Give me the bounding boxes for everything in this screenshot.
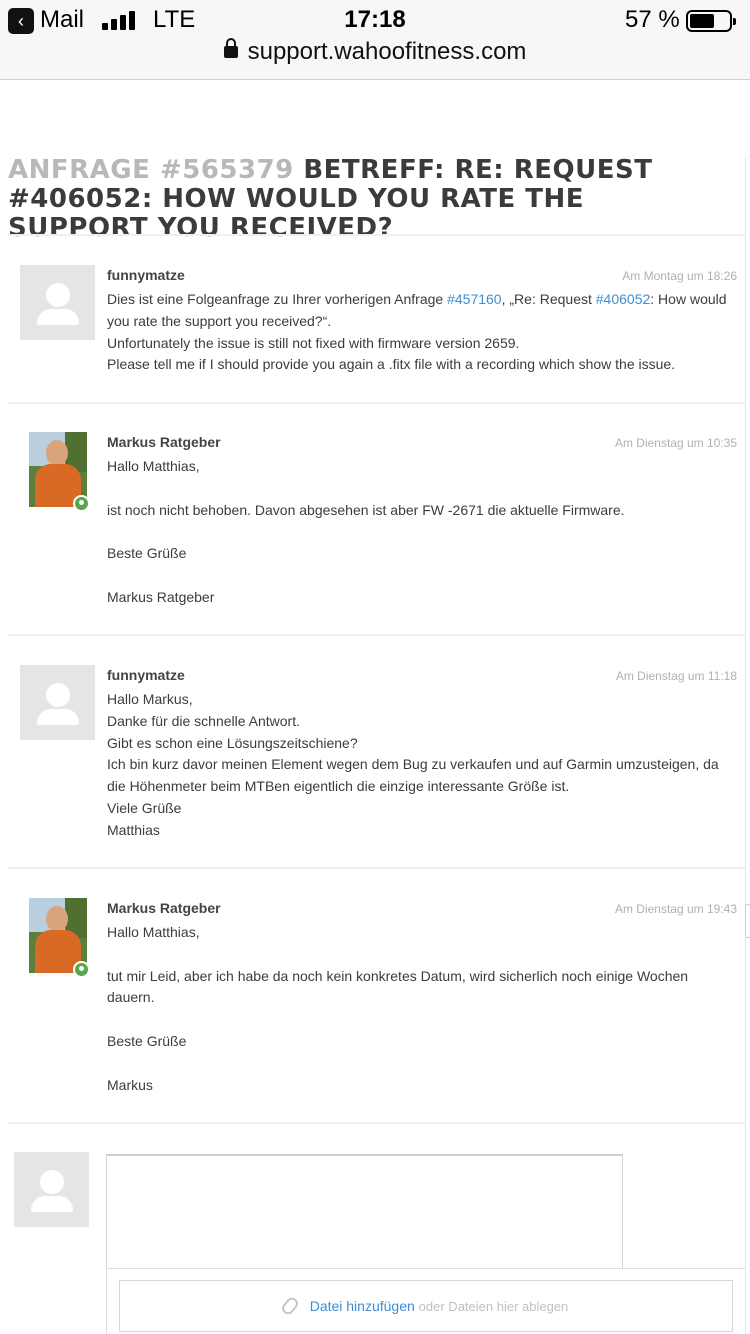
message-author: funnymatze bbox=[107, 667, 185, 683]
add-file-link[interactable]: Datei hinzufügen bbox=[310, 1298, 415, 1314]
message-line: Hallo Matthias, bbox=[107, 458, 200, 474]
divider bbox=[8, 1122, 745, 1124]
message-line: Unfortunately the issue is still not fix… bbox=[107, 334, 520, 351]
scroll-rail bbox=[745, 158, 750, 1334]
message-date: Am Dienstag um 19:43 bbox=[614, 902, 737, 916]
message-author: Markus Ratgeber bbox=[107, 434, 221, 450]
message-line: Viele Grüße bbox=[107, 799, 182, 816]
message-body: Hallo Matthias, ist noch nicht behoben. … bbox=[107, 456, 737, 609]
divider bbox=[8, 234, 745, 236]
request-link[interactable]: #406052 bbox=[596, 291, 651, 307]
message-date: Am Dienstag um 11:18 bbox=[615, 669, 737, 683]
request-link[interactable]: #457160 bbox=[447, 291, 502, 307]
page-title: Anfrage #565379 Betreff: Re: Request #40… bbox=[8, 156, 708, 243]
divider bbox=[8, 402, 745, 404]
message-date: Am Montag um 18:26 bbox=[622, 269, 737, 283]
drop-hint: oder Dateien hier ablegen bbox=[418, 1299, 569, 1314]
message-body: Hallo Matthias, tut mir Leid, aber ich h… bbox=[107, 922, 737, 1096]
message-author: Markus Ratgeber bbox=[107, 900, 221, 916]
message-line: Beste Grüße bbox=[107, 545, 187, 562]
browser-chrome: ‹ Mail LTE 17:18 57 % support.wahoofitne… bbox=[0, 0, 750, 80]
message-author: funnymatze bbox=[107, 267, 185, 283]
agent-badge-icon bbox=[73, 961, 90, 978]
message-line: Beste Grüße bbox=[107, 1032, 187, 1049]
message-line: ist noch nicht behoben. Davon abgesehen … bbox=[107, 501, 625, 518]
divider bbox=[8, 634, 745, 636]
message-line: Hallo Matthias, bbox=[107, 924, 200, 940]
message-line: Gibt es schon eine Lösungszeitschiene? bbox=[107, 734, 358, 751]
divider bbox=[8, 867, 745, 869]
message-line: Please tell me if I should provide you a… bbox=[107, 356, 676, 373]
scrollbar-thumb[interactable] bbox=[745, 904, 750, 938]
message-line: Dies ist eine Folgeanfrage zu Ihrer vorh… bbox=[107, 291, 727, 329]
message-body: Hallo Markus, Danke für die schnelle Ant… bbox=[107, 689, 737, 842]
message-line: Markus bbox=[107, 1076, 153, 1093]
lock-icon bbox=[223, 38, 238, 58]
message-body: Dies ist eine Folgeanfrage zu Ihrer vorh… bbox=[107, 289, 737, 376]
avatar-placeholder bbox=[20, 665, 95, 740]
agent-badge-icon bbox=[73, 495, 90, 512]
url-bar[interactable]: support.wahoofitness.com bbox=[0, 38, 750, 70]
url-text[interactable]: support.wahoofitness.com bbox=[248, 38, 527, 65]
message-line: Ich bin kurz davor meinen Element wegen … bbox=[107, 756, 719, 795]
battery-percent: 57 % bbox=[625, 6, 680, 33]
avatar-placeholder bbox=[14, 1152, 89, 1227]
paperclip-icon bbox=[279, 1295, 301, 1317]
avatar-placeholder bbox=[20, 265, 95, 340]
reply-textarea[interactable] bbox=[106, 1154, 623, 1269]
status-bar: ‹ Mail LTE 17:18 57 % bbox=[0, 0, 750, 40]
message-date: Am Dienstag um 10:35 bbox=[614, 436, 737, 450]
battery-icon bbox=[686, 10, 736, 32]
message-line: Matthias bbox=[107, 821, 160, 838]
message-line: Hallo Markus, bbox=[107, 691, 193, 707]
file-dropzone[interactable]: Datei hinzufügen oder Dateien hier ableg… bbox=[119, 1280, 733, 1332]
message-line: Markus Ratgeber bbox=[107, 588, 215, 605]
message-line: tut mir Leid, aber ich habe da noch kein… bbox=[107, 967, 689, 1006]
request-number: Anfrage #565379 bbox=[8, 155, 294, 185]
message-line: Danke für die schnelle Antwort. bbox=[107, 712, 300, 729]
